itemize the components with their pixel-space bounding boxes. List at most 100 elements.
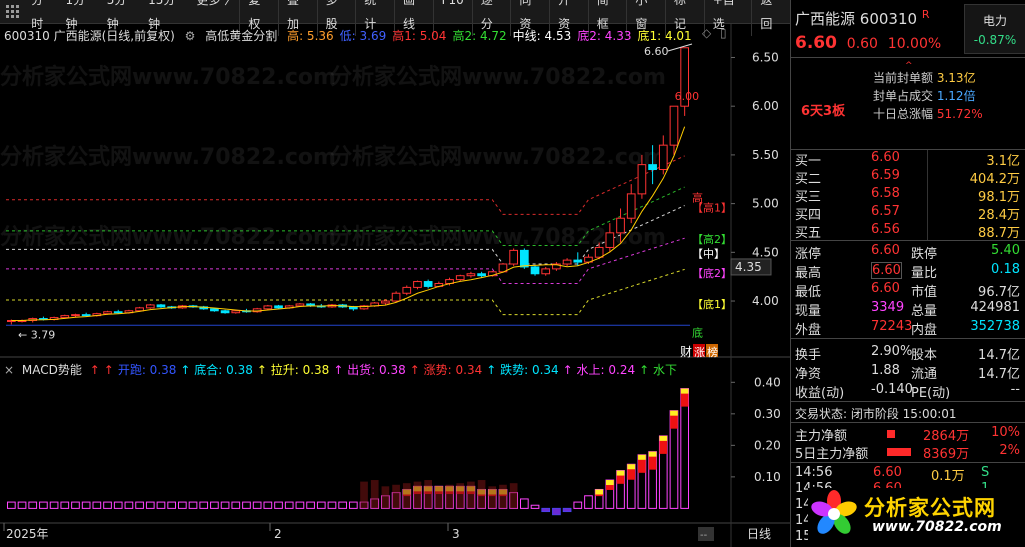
stat-value: 2.90% xyxy=(871,344,913,359)
macd-shadow xyxy=(509,483,518,509)
macd-bar xyxy=(316,501,326,509)
candle-body[interactable] xyxy=(103,311,112,315)
candle-body[interactable] xyxy=(423,281,433,287)
stat-value: 1.88 xyxy=(871,363,900,378)
macd-shadow xyxy=(413,481,422,509)
candle-body[interactable] xyxy=(402,286,412,294)
candle-body[interactable] xyxy=(455,275,465,281)
macd-bar-yellow xyxy=(648,451,657,457)
price-tick-label: 5.50 xyxy=(752,148,779,162)
high-price-label: 6.00 xyxy=(675,90,700,103)
candle-body[interactable] xyxy=(594,246,604,258)
macd-legend-item: ↑ 水上: 0.24 xyxy=(562,363,636,377)
macd-bar-yellow xyxy=(638,454,646,460)
seal-ratio: 1.12倍 xyxy=(936,89,976,103)
settings-gear-icon[interactable]: ⚙ xyxy=(185,29,196,43)
candle-body[interactable] xyxy=(669,105,679,146)
candle-body[interactable] xyxy=(274,305,283,309)
orderbook-row[interactable]: 买五 6.56 88.7万 xyxy=(791,222,1025,241)
candle-body[interactable] xyxy=(113,311,123,314)
watermark-text: 分析家公式网www.70822.com xyxy=(0,224,336,250)
candle-body[interactable] xyxy=(60,315,70,319)
candle-body[interactable] xyxy=(637,164,647,195)
candle-body[interactable] xyxy=(509,249,518,265)
macd-legend-item: ↑ 水下 xyxy=(639,363,677,377)
candle-body[interactable] xyxy=(71,314,80,317)
candle-body[interactable] xyxy=(391,292,401,302)
fund-flow-value: 2864万 xyxy=(923,429,970,444)
candle-body[interactable] xyxy=(466,273,476,277)
candle-body[interactable] xyxy=(156,304,166,308)
candle-body[interactable] xyxy=(210,308,219,312)
candle-body[interactable] xyxy=(231,310,241,314)
macd-shadow xyxy=(370,480,379,509)
stats-row: 外盘 72243 内盘 352738 xyxy=(791,319,1025,338)
candle-body[interactable] xyxy=(220,310,230,314)
macd-shadow xyxy=(435,486,443,509)
period-mode[interactable]: 日线 xyxy=(747,527,771,541)
macd-legend-item: 开跑: 0.38 xyxy=(117,363,177,377)
macd-bar xyxy=(220,501,230,509)
orderbook-row[interactable]: 买四 6.57 28.4万 xyxy=(791,204,1025,223)
macd-title[interactable]: MACD势能 xyxy=(22,363,82,377)
orderbook-row[interactable]: 买三 6.58 98.1万 xyxy=(791,186,1025,205)
candle-body[interactable] xyxy=(520,249,529,268)
candle-body[interactable] xyxy=(616,217,625,234)
candle-body[interactable] xyxy=(413,281,422,288)
candle-body[interactable] xyxy=(626,193,636,219)
quote-panel: 广西能源 600310 R 6.60 0.60 10.00% 电力 -0.87%… xyxy=(790,0,1025,547)
candle-body[interactable] xyxy=(648,164,657,171)
stat-value: 5.40 xyxy=(991,243,1020,258)
orderbook-label: 买三 xyxy=(795,190,822,205)
candle-body[interactable] xyxy=(263,305,273,310)
cursor-price-label: 6.60 xyxy=(644,45,669,58)
candle-body[interactable] xyxy=(541,268,551,275)
macd-shadow xyxy=(488,486,497,509)
stock-code: 600310 xyxy=(859,10,918,28)
candle-body[interactable] xyxy=(145,304,155,309)
candle-body[interactable] xyxy=(562,259,572,265)
price-change: 0.60 xyxy=(846,36,878,52)
orderbook-label: 买五 xyxy=(795,226,822,241)
fund-flow-value: 8369万 xyxy=(923,447,970,462)
rise-tag: 涨 xyxy=(694,346,705,359)
ten-day-label: 十日总涨幅 xyxy=(873,107,934,121)
stat-value: 6.60 xyxy=(871,243,900,258)
menu-grid-icon[interactable] xyxy=(6,4,19,19)
candle-body[interactable] xyxy=(295,303,305,307)
macd-bar-yellow xyxy=(659,435,668,441)
macd-shadow xyxy=(381,486,390,509)
indicator-name[interactable]: 高低黄金分割 xyxy=(205,29,277,43)
candle-body[interactable] xyxy=(477,273,486,277)
macd-bar-yellow xyxy=(595,489,603,495)
stat-label: 现量 xyxy=(795,304,822,319)
kline-chart-area[interactable]: 分析家公式网www.70822.com 分析家公式网www.70822.com 分析… xyxy=(0,24,790,547)
logo-url: www.70822.com xyxy=(872,519,1002,535)
macd-bar xyxy=(242,501,251,509)
expand-icon[interactable]: ▯ xyxy=(720,26,727,40)
orderbook-row[interactable]: 买二 6.59 404.2万 xyxy=(791,168,1025,187)
orderbook-row[interactable]: 买一 6.60 3.1亿 xyxy=(791,150,1025,169)
tick-side: S xyxy=(981,465,990,480)
candle-body[interactable] xyxy=(381,300,390,304)
macd-bar xyxy=(135,501,144,509)
macd-bar xyxy=(113,501,123,509)
candle-body[interactable] xyxy=(81,314,91,317)
sector-box[interactable]: 电力 -0.87% xyxy=(964,4,1025,54)
candle-body[interactable] xyxy=(135,307,144,312)
macd-bar xyxy=(349,501,358,509)
candle-body[interactable] xyxy=(658,144,668,171)
stat-value: -0.140 xyxy=(871,382,913,397)
stat-label: 跌停 xyxy=(911,247,938,262)
candle-body[interactable] xyxy=(530,266,540,275)
stat-label: 涨停 xyxy=(795,247,822,262)
macd-bar-neg xyxy=(541,508,550,512)
kline-svg[interactable]: 分析家公式网www.70822.com分析家公式网www.70822.com分析… xyxy=(0,24,790,547)
macd-bar xyxy=(210,501,219,509)
candle-body[interactable] xyxy=(605,232,615,248)
candle-body[interactable] xyxy=(573,259,583,263)
stat-value: 14.7亿 xyxy=(978,367,1020,382)
trade-status: 交易状态: 闭市阶段 15:00:01 xyxy=(791,401,1025,423)
macd-bar xyxy=(156,501,166,509)
macd-close-icon[interactable]: × xyxy=(4,363,14,377)
